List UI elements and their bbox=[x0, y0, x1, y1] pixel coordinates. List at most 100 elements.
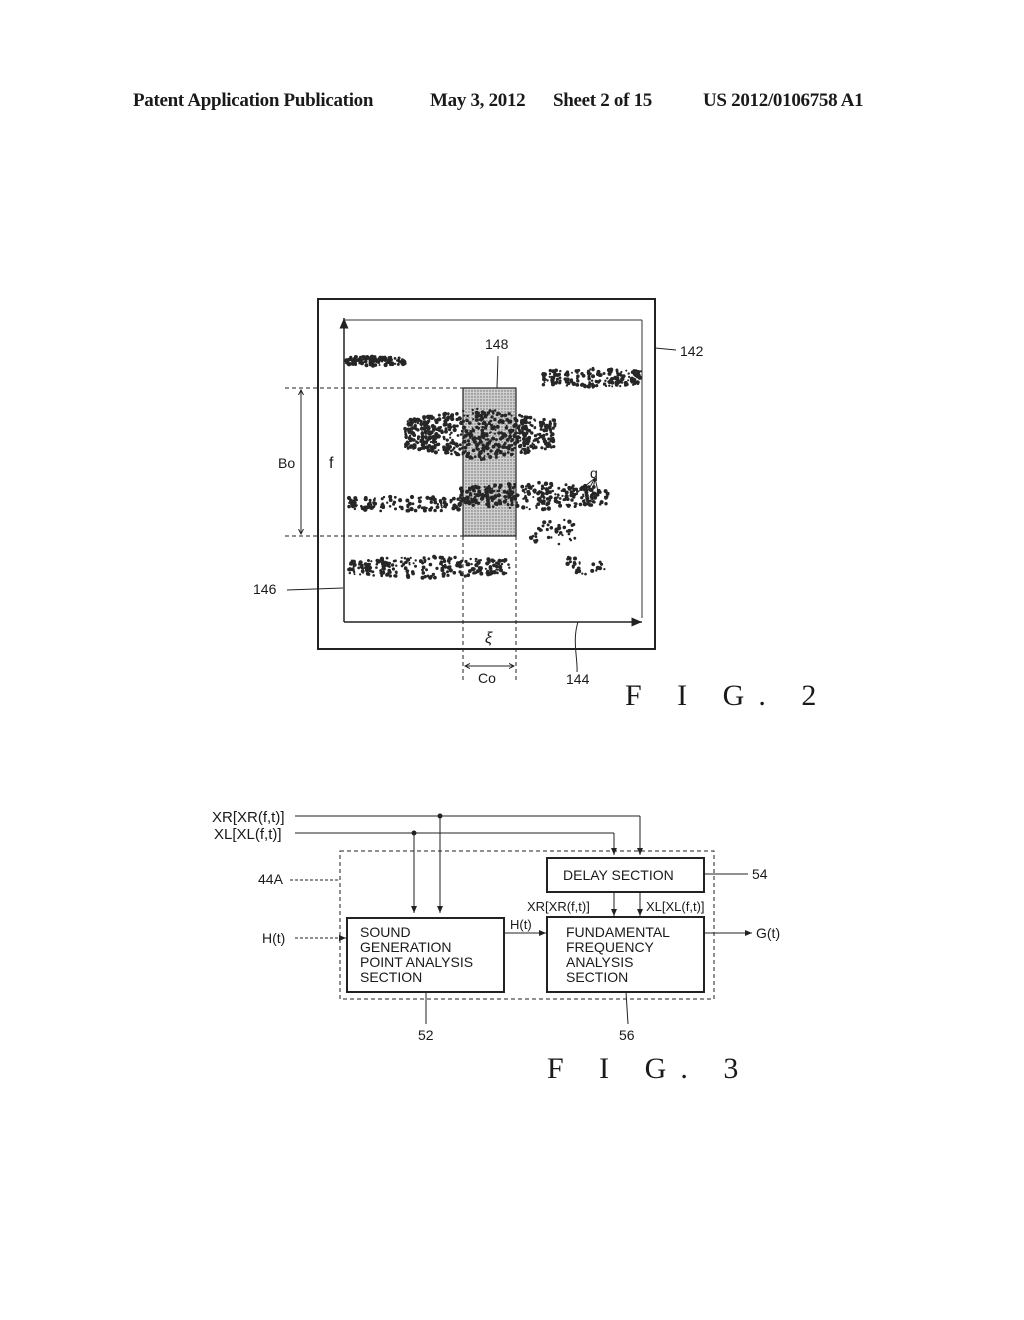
scatter-point bbox=[581, 572, 584, 575]
scatter-point bbox=[484, 567, 487, 570]
scatter-point bbox=[419, 496, 423, 499]
scatter-point bbox=[547, 486, 552, 490]
scatter-point bbox=[565, 561, 570, 566]
scatter-point bbox=[580, 496, 584, 500]
scatter-point bbox=[504, 572, 508, 575]
scatter-point bbox=[407, 436, 412, 441]
scatter-point bbox=[380, 574, 384, 578]
scatter-point bbox=[591, 374, 595, 379]
scatter-point bbox=[476, 407, 479, 411]
scatter-point bbox=[536, 440, 540, 444]
scatter-point bbox=[586, 384, 590, 389]
scatter-point bbox=[583, 499, 586, 502]
scatter-point bbox=[410, 570, 415, 574]
scatter-point bbox=[426, 447, 429, 450]
scatter-point bbox=[476, 493, 481, 498]
scatter-point bbox=[529, 444, 534, 448]
scatter-point bbox=[475, 446, 479, 450]
scatter-point bbox=[602, 372, 606, 375]
scatter-point bbox=[545, 429, 548, 433]
xl-input-label: XL[XL(f,t)] bbox=[214, 826, 282, 843]
scatter-point bbox=[479, 571, 484, 576]
scatter-point bbox=[353, 362, 358, 366]
scatter-point bbox=[426, 426, 431, 431]
scatter-point bbox=[372, 501, 378, 506]
scatter-point bbox=[477, 559, 481, 563]
scatter-point bbox=[451, 438, 454, 442]
scatter-point bbox=[452, 570, 457, 575]
scatter-point bbox=[577, 368, 581, 372]
scatter-point bbox=[448, 433, 452, 436]
scatter-point bbox=[561, 488, 566, 493]
scatter-point bbox=[453, 446, 456, 450]
scatter-point bbox=[397, 358, 400, 362]
scatter-point bbox=[540, 446, 544, 450]
scatter-point bbox=[466, 439, 470, 443]
scatter-point bbox=[474, 560, 477, 563]
scatter-point bbox=[441, 571, 446, 577]
scatter-point bbox=[529, 423, 533, 427]
scatter-point bbox=[515, 439, 520, 444]
g-output-label: G(t) bbox=[756, 925, 780, 941]
scatter-point bbox=[470, 485, 475, 490]
scatter-point bbox=[568, 487, 572, 491]
scatter-point bbox=[425, 568, 428, 572]
scatter-point bbox=[431, 495, 435, 499]
scatter-point bbox=[483, 450, 486, 453]
scatter-point bbox=[433, 500, 438, 505]
scatter-point bbox=[358, 561, 362, 566]
scatter-point bbox=[458, 560, 463, 565]
scatter-point bbox=[412, 562, 415, 565]
scatter-point bbox=[360, 567, 364, 570]
scatter-point bbox=[513, 482, 516, 486]
scatter-point bbox=[363, 497, 368, 502]
scatter-point bbox=[446, 416, 450, 421]
scatter-point bbox=[506, 502, 509, 505]
sound-block-line-1: SOUND bbox=[360, 924, 411, 940]
scatter-point bbox=[466, 562, 471, 567]
scatter-point bbox=[475, 569, 480, 574]
scatter-point bbox=[488, 491, 492, 494]
scatter-point bbox=[509, 428, 514, 433]
scatter-point bbox=[473, 437, 477, 441]
scatter-point bbox=[611, 385, 614, 388]
scatter-point bbox=[628, 375, 631, 378]
scatter-point bbox=[501, 445, 505, 449]
scatter-point bbox=[420, 448, 422, 450]
scatter-point bbox=[437, 413, 441, 417]
scatter-point bbox=[448, 568, 453, 573]
scatter-point bbox=[473, 495, 477, 499]
scatter-point bbox=[440, 429, 444, 433]
scatter-point bbox=[519, 439, 522, 442]
scatter-point bbox=[474, 418, 479, 422]
scatter-point bbox=[470, 498, 474, 502]
scatter-point bbox=[493, 483, 497, 488]
scatter-point bbox=[548, 520, 552, 524]
scatter-point bbox=[550, 536, 553, 539]
leader-142 bbox=[654, 347, 677, 351]
scatter-point bbox=[362, 571, 365, 574]
scatter-point bbox=[351, 567, 355, 572]
scatter-point bbox=[502, 489, 507, 494]
scatter-point bbox=[443, 497, 447, 501]
scatter-point bbox=[506, 482, 511, 486]
leader-148 bbox=[496, 355, 499, 389]
scatter-point bbox=[480, 431, 485, 436]
scatter-point bbox=[524, 427, 528, 431]
scatter-point bbox=[470, 563, 473, 566]
scatter-point bbox=[632, 383, 635, 386]
scatter-point bbox=[439, 509, 443, 513]
scatter-point bbox=[419, 419, 423, 423]
scatter-point bbox=[495, 564, 499, 569]
scatter-point bbox=[507, 563, 510, 566]
scatter-point bbox=[460, 489, 465, 493]
scatter-point bbox=[421, 571, 426, 575]
scatter-point bbox=[364, 363, 369, 368]
sound-block-line-4: SECTION bbox=[360, 969, 422, 985]
scatter-point bbox=[513, 422, 518, 428]
scatter-point bbox=[540, 528, 543, 532]
scatter-point bbox=[446, 412, 450, 416]
scatter-point bbox=[575, 492, 578, 496]
scatter-point bbox=[523, 419, 528, 424]
scatter-point bbox=[578, 562, 581, 565]
